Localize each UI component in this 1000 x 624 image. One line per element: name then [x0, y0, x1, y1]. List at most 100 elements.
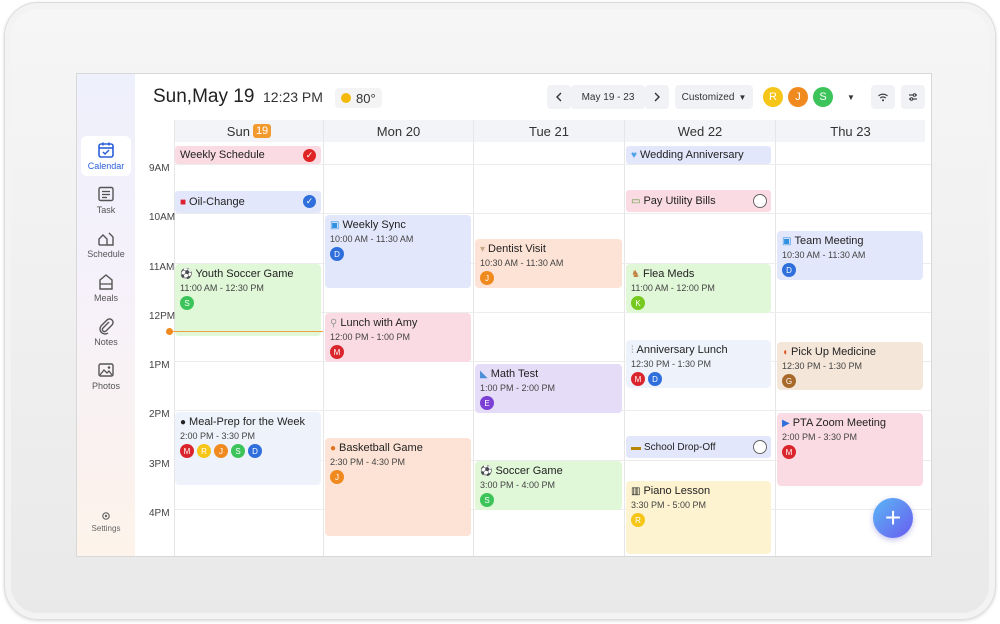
sidebar-item-label: Calendar [87, 161, 125, 171]
hour-gridline [174, 213, 931, 214]
current-time-dot [166, 328, 173, 335]
sun-icon [341, 93, 351, 103]
sidebar-item-photos[interactable]: Photos [81, 356, 131, 396]
paperclip-icon [99, 318, 114, 335]
event-anniversary-lunch[interactable]: ⫶ Anniversary Lunch 12:30 PM - 1:30 PM M … [626, 340, 771, 388]
filter-settings-button[interactable] [901, 85, 925, 109]
bus-icon: ▬ [631, 441, 641, 453]
avatar: S [231, 444, 245, 458]
member-avatar-j[interactable]: J [788, 87, 808, 107]
sidebar-item-settings[interactable]: Settings [81, 510, 131, 540]
basketball-icon: ● [330, 442, 337, 454]
settings-label: Settings [91, 524, 121, 533]
hour-label: 9AM [149, 163, 170, 174]
event-piano-lesson[interactable]: ▥ Piano Lesson 3:30 PM - 5:00 PM R [626, 481, 771, 554]
avatar: E [480, 396, 494, 410]
column-divider [775, 120, 776, 556]
event-dentist-visit[interactable]: ▾ Dentist Visit 10:30 AM - 11:30 AM J [475, 239, 622, 288]
avatar: J [330, 470, 344, 484]
view-mode-select[interactable]: Customized ▼ [675, 85, 753, 109]
event-weekly-sync[interactable]: ▣ Weekly Sync 10:00 AM - 11:30 AM D [325, 215, 471, 288]
task-oil-change[interactable]: ■ Oil-Change ✓ [175, 191, 321, 213]
allday-weekly-schedule[interactable]: Weekly Schedule ✓ [175, 146, 321, 164]
video-icon: ▶ [782, 417, 790, 429]
checkmark-icon[interactable]: ✓ [303, 149, 316, 162]
calendar-icon [98, 142, 114, 158]
column-divider [473, 120, 474, 556]
event-team-meeting[interactable]: ▣ Team Meeting 10:30 AM - 11:30 AM D [777, 231, 923, 280]
date-range-label[interactable]: May 19 - 23 [571, 85, 645, 109]
monitor-icon: ▣ [330, 219, 340, 231]
column-divider [174, 120, 175, 556]
sidebar-item-calendar[interactable]: Calendar [81, 136, 131, 176]
event-youth-soccer-game[interactable]: ⚽ Youth Soccer Game 11:00 AM - 12:30 PM S [175, 264, 321, 336]
sidebar: Calendar Task Schedule Meals Notes Photo… [77, 74, 135, 556]
avatar: M [782, 445, 796, 459]
member-avatar-r[interactable]: R [763, 87, 783, 107]
avatar: M [330, 345, 344, 359]
event-soccer-game[interactable]: ⚽ Soccer Game 3:00 PM - 4:00 PM S [475, 461, 622, 510]
event-pick-up-medicine[interactable]: ◖ Pick Up Medicine 12:30 PM - 1:30 PM G [777, 342, 923, 390]
next-week-button[interactable] [645, 85, 669, 109]
avatar: J [214, 444, 228, 458]
sidebar-item-notes[interactable]: Notes [81, 312, 131, 352]
utensils-icon: ⚲ [330, 317, 338, 329]
avatar: M [631, 372, 645, 386]
task-list-icon [98, 186, 114, 202]
current-date: Sun,May 19 [153, 86, 255, 107]
sidebar-item-meals[interactable]: Meals [81, 268, 131, 308]
hour-label: 12PM [149, 311, 176, 322]
meals-icon [99, 274, 113, 290]
today-badge: 19 [252, 124, 272, 138]
money-icon: ▭ [631, 195, 641, 207]
event-pta-zoom-meeting[interactable]: ▶ PTA Zoom Meeting 2:00 PM - 3:30 PM M [777, 413, 923, 486]
task-school-drop-off[interactable]: ▬ School Drop-Off [626, 436, 771, 458]
dog-icon: ♞ [631, 268, 640, 280]
prev-week-button[interactable] [547, 85, 571, 109]
sidebar-item-label: Schedule [87, 249, 125, 259]
day-header-sun[interactable]: Sun 19 [175, 120, 323, 142]
hour-label: 11AM [149, 262, 175, 273]
day-header-thu[interactable]: Thu 23 [776, 120, 925, 142]
column-divider [624, 120, 625, 556]
checkmark-icon[interactable]: ✓ [303, 195, 316, 208]
schedule-icon [98, 232, 114, 246]
hour-label: 10AM [149, 212, 176, 223]
day-header-tue[interactable]: Tue 21 [474, 120, 624, 142]
soccer-ball-icon: ⚽ [480, 465, 493, 477]
members-dropdown-button[interactable]: ▼ [841, 85, 861, 109]
current-time-indicator [169, 331, 323, 332]
member-avatar-s[interactable]: S [813, 87, 833, 107]
photos-icon [98, 363, 114, 377]
avatar: D [782, 263, 796, 277]
avatar: J [480, 271, 494, 285]
event-basketball-game[interactable]: ● Basketball Game 2:30 PM - 4:30 PM J [325, 438, 471, 536]
heart-icon: ♥ [631, 149, 637, 161]
allday-wedding-anniversary[interactable]: ♥ Wedding Anniversary [626, 146, 771, 164]
sidebar-item-label: Photos [91, 381, 121, 391]
event-math-test[interactable]: ◣ Math Test 1:00 PM - 2:00 PM E [475, 364, 622, 413]
current-time: 12:23 PM [263, 89, 323, 105]
caret-down-icon: ▼ [738, 92, 747, 102]
pill-icon: ◖ [782, 346, 789, 358]
wifi-button[interactable] [871, 85, 895, 109]
day-header-mon[interactable]: Mon 20 [324, 120, 473, 142]
task-pay-utility-bills[interactable]: ▭ Pay Utility Bills [626, 190, 771, 212]
checkbox-icon[interactable] [753, 194, 767, 208]
event-meal-prep[interactable]: ● Meal-Prep for the Week 2:00 PM - 3:30 P… [175, 412, 321, 485]
avatar: D [330, 247, 344, 261]
food-icon: ● [180, 416, 187, 428]
piano-icon: ▥ [631, 485, 641, 497]
device-frame: Calendar Task Schedule Meals Notes Photo… [4, 2, 996, 620]
add-event-button[interactable]: + [873, 498, 913, 538]
sidebar-item-schedule[interactable]: Schedule [81, 224, 131, 264]
plus-icon: + [884, 502, 902, 533]
checkbox-icon[interactable] [753, 440, 767, 454]
ruler-icon: ◣ [480, 368, 488, 380]
event-flea-meds[interactable]: ♞ Flea Meds 11:00 AM - 12:00 PM K [626, 264, 771, 313]
sidebar-item-task[interactable]: Task [81, 180, 131, 220]
day-header-wed[interactable]: Wed 22 [625, 120, 775, 142]
avatar: D [648, 372, 662, 386]
event-lunch-with-amy[interactable]: ⚲ Lunch with Amy 12:00 PM - 1:00 PM M [325, 313, 471, 362]
avatar: D [248, 444, 262, 458]
